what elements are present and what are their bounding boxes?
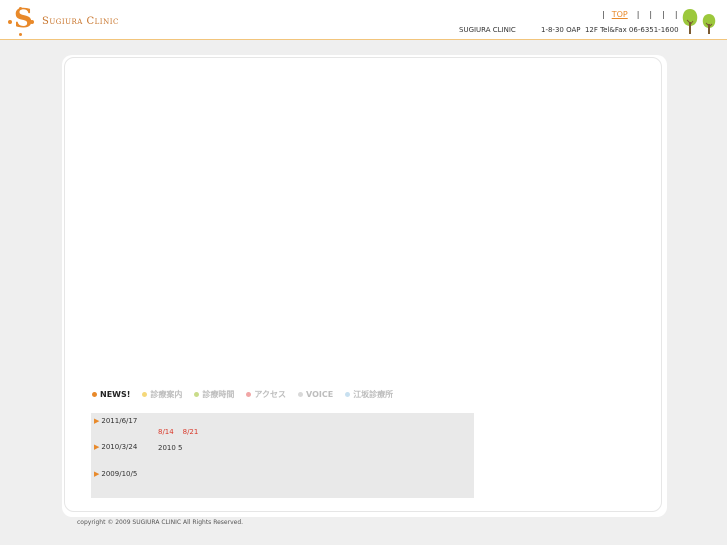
- logo-dot-icon: [19, 33, 22, 36]
- tab-voice[interactable]: VOICE: [298, 389, 333, 400]
- tab-esaka[interactable]: 江坂診療所: [345, 389, 393, 400]
- list-item[interactable]: ▶ 2011/6/17: [94, 417, 137, 425]
- header-clinic-name: SUGIURA CLINIC: [459, 26, 516, 34]
- news-date: 2011/6/17: [101, 417, 138, 425]
- tab-bullet-icon: [92, 392, 97, 397]
- logo-letter: S: [14, 4, 33, 34]
- list-item[interactable]: ▶ 2009/10/5: [94, 470, 137, 478]
- logo-mark-icon: S: [8, 4, 34, 36]
- site-logo[interactable]: S Sugiura Clinic: [8, 4, 119, 36]
- logo-dot-icon: [19, 7, 22, 10]
- tab-bullet-icon: [298, 392, 304, 397]
- tab-label: 診療時間: [202, 390, 235, 399]
- tab-access[interactable]: アクセス: [246, 389, 286, 400]
- list-item[interactable]: ▶ 2010/3/24: [94, 443, 137, 451]
- tab-label: VOICE: [306, 390, 334, 399]
- tab-bullet-icon: [194, 392, 200, 397]
- footer-copyright: copyright © 2009 SUGIURA CLINIC All Righ…: [77, 519, 244, 526]
- logo-text: Sugiura Clinic: [42, 15, 119, 27]
- tab-label: NEWS!: [100, 390, 131, 399]
- tab-hours[interactable]: 診療時間: [194, 389, 234, 400]
- tab-bullet-icon: [345, 392, 351, 397]
- arrow-right-icon: ▶: [94, 417, 100, 425]
- site-header: S Sugiura Clinic | TOP | | | | SUGIURA C…: [0, 0, 727, 40]
- news-date: 2009/10/5: [101, 470, 138, 478]
- logo-dot-icon: [30, 20, 34, 24]
- tab-bar: NEWS! 診療案内 診療時間 アクセス VOICE 江坂診療所: [92, 389, 393, 400]
- arrow-right-icon: ▶: [94, 470, 100, 478]
- tab-label: 診療案内: [150, 390, 183, 399]
- news-list: [91, 413, 474, 498]
- logo-dot-icon: [8, 20, 12, 24]
- news-highlight: 8/14 8/21: [158, 428, 199, 436]
- tab-label: 江坂診療所: [353, 390, 394, 399]
- news-date: 2010/3/24: [101, 443, 138, 451]
- news-text: 2010 5: [158, 444, 183, 452]
- tab-bullet-icon: [246, 392, 252, 397]
- tab-guide[interactable]: 診療案内: [142, 389, 182, 400]
- tab-news[interactable]: NEWS!: [92, 389, 130, 400]
- tab-bullet-icon: [142, 392, 148, 397]
- nav-top-link[interactable]: TOP: [612, 10, 628, 19]
- arrow-right-icon: ▶: [94, 443, 100, 451]
- top-navigation: | TOP | | | |: [602, 10, 678, 19]
- tab-label: アクセス: [254, 390, 287, 399]
- header-address: 1-8-30 OAP 12F Tel&Fax 06-6351-1600: [541, 26, 679, 34]
- trees-icon: [682, 9, 716, 34]
